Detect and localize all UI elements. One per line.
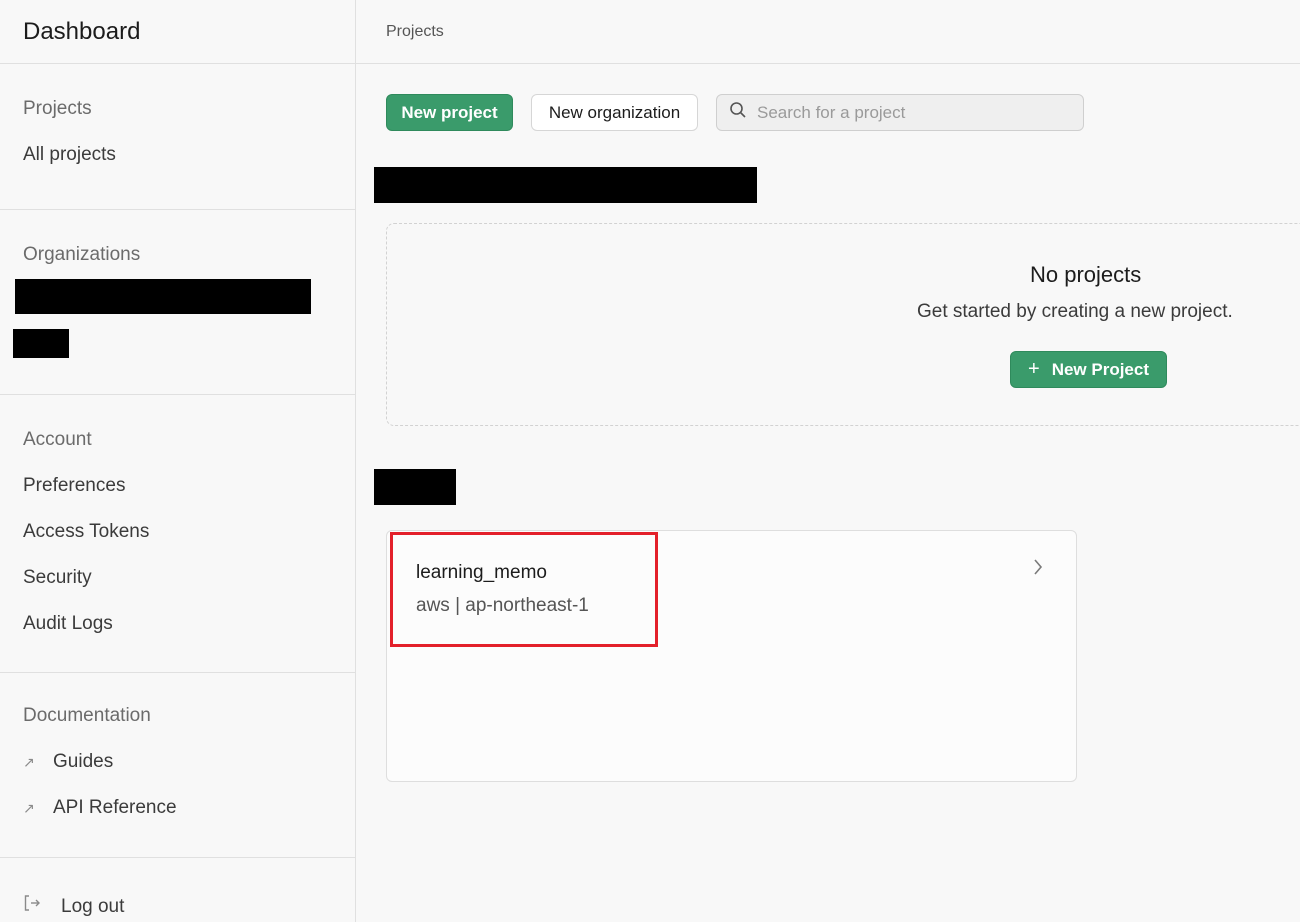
sidebar-item-audit-logs[interactable]: Audit Logs xyxy=(23,601,355,647)
projects-heading[interactable]: Projects xyxy=(23,86,355,132)
new-project-button[interactable]: New project xyxy=(386,94,513,131)
redacted-organization-heading-2 xyxy=(374,469,456,505)
sidebar: Dashboard Projects All projects Organiza… xyxy=(0,0,356,922)
topbar: Projects xyxy=(356,0,1300,64)
new-project-empty-button[interactable]: + New Project xyxy=(1010,351,1167,388)
external-link-icon: ↗ xyxy=(23,800,35,816)
logout-button[interactable]: Log out xyxy=(23,884,355,922)
search-field[interactable] xyxy=(716,94,1084,131)
projects-section: Projects All projects xyxy=(0,64,355,210)
project-region: aws | ap-northeast-1 xyxy=(416,595,589,616)
redacted-organization-item xyxy=(13,329,69,358)
project-name: learning_memo xyxy=(416,562,547,583)
sidebar-item-guides[interactable]: ↗ Guides xyxy=(23,739,355,785)
dashboard-title: Dashboard xyxy=(23,17,141,45)
logout-label: Log out xyxy=(61,896,125,917)
sidebar-header: Dashboard xyxy=(0,0,355,64)
chevron-right-icon[interactable] xyxy=(1031,556,1045,584)
logout-section: Log out xyxy=(0,858,355,922)
breadcrumb[interactable]: Projects xyxy=(386,23,444,41)
sidebar-item-preferences[interactable]: Preferences xyxy=(23,463,355,509)
redacted-organization-name xyxy=(15,279,311,314)
sidebar-item-label: API Reference xyxy=(53,797,177,818)
sidebar-item-access-tokens[interactable]: Access Tokens xyxy=(23,509,355,555)
empty-state-title: No projects xyxy=(1030,262,1142,287)
documentation-section: Documentation ↗ Guides ↗ API Reference xyxy=(0,673,355,858)
sidebar-item-all-projects[interactable]: All projects xyxy=(23,132,355,178)
new-organization-button[interactable]: New organization xyxy=(531,94,698,131)
account-section: Account Preferences Access Tokens Securi… xyxy=(0,395,355,673)
search-input[interactable] xyxy=(757,102,1057,123)
sidebar-item-security[interactable]: Security xyxy=(23,555,355,601)
highlight-box xyxy=(390,532,658,647)
empty-state-subtitle: Get started by creating a new project. xyxy=(917,301,1233,322)
search-icon xyxy=(729,101,747,124)
external-link-icon: ↗ xyxy=(23,754,35,770)
redacted-organization-heading xyxy=(374,167,757,203)
logout-icon xyxy=(23,884,43,922)
account-heading: Account xyxy=(23,429,92,450)
empty-state-panel xyxy=(386,223,1300,426)
organizations-heading: Organizations xyxy=(23,244,141,265)
new-project-empty-label: New Project xyxy=(1051,359,1149,379)
sidebar-item-label: Guides xyxy=(53,751,114,772)
plus-icon: + xyxy=(1028,358,1040,380)
documentation-heading: Documentation xyxy=(23,705,151,726)
sidebar-item-api-reference[interactable]: ↗ API Reference xyxy=(23,785,355,831)
